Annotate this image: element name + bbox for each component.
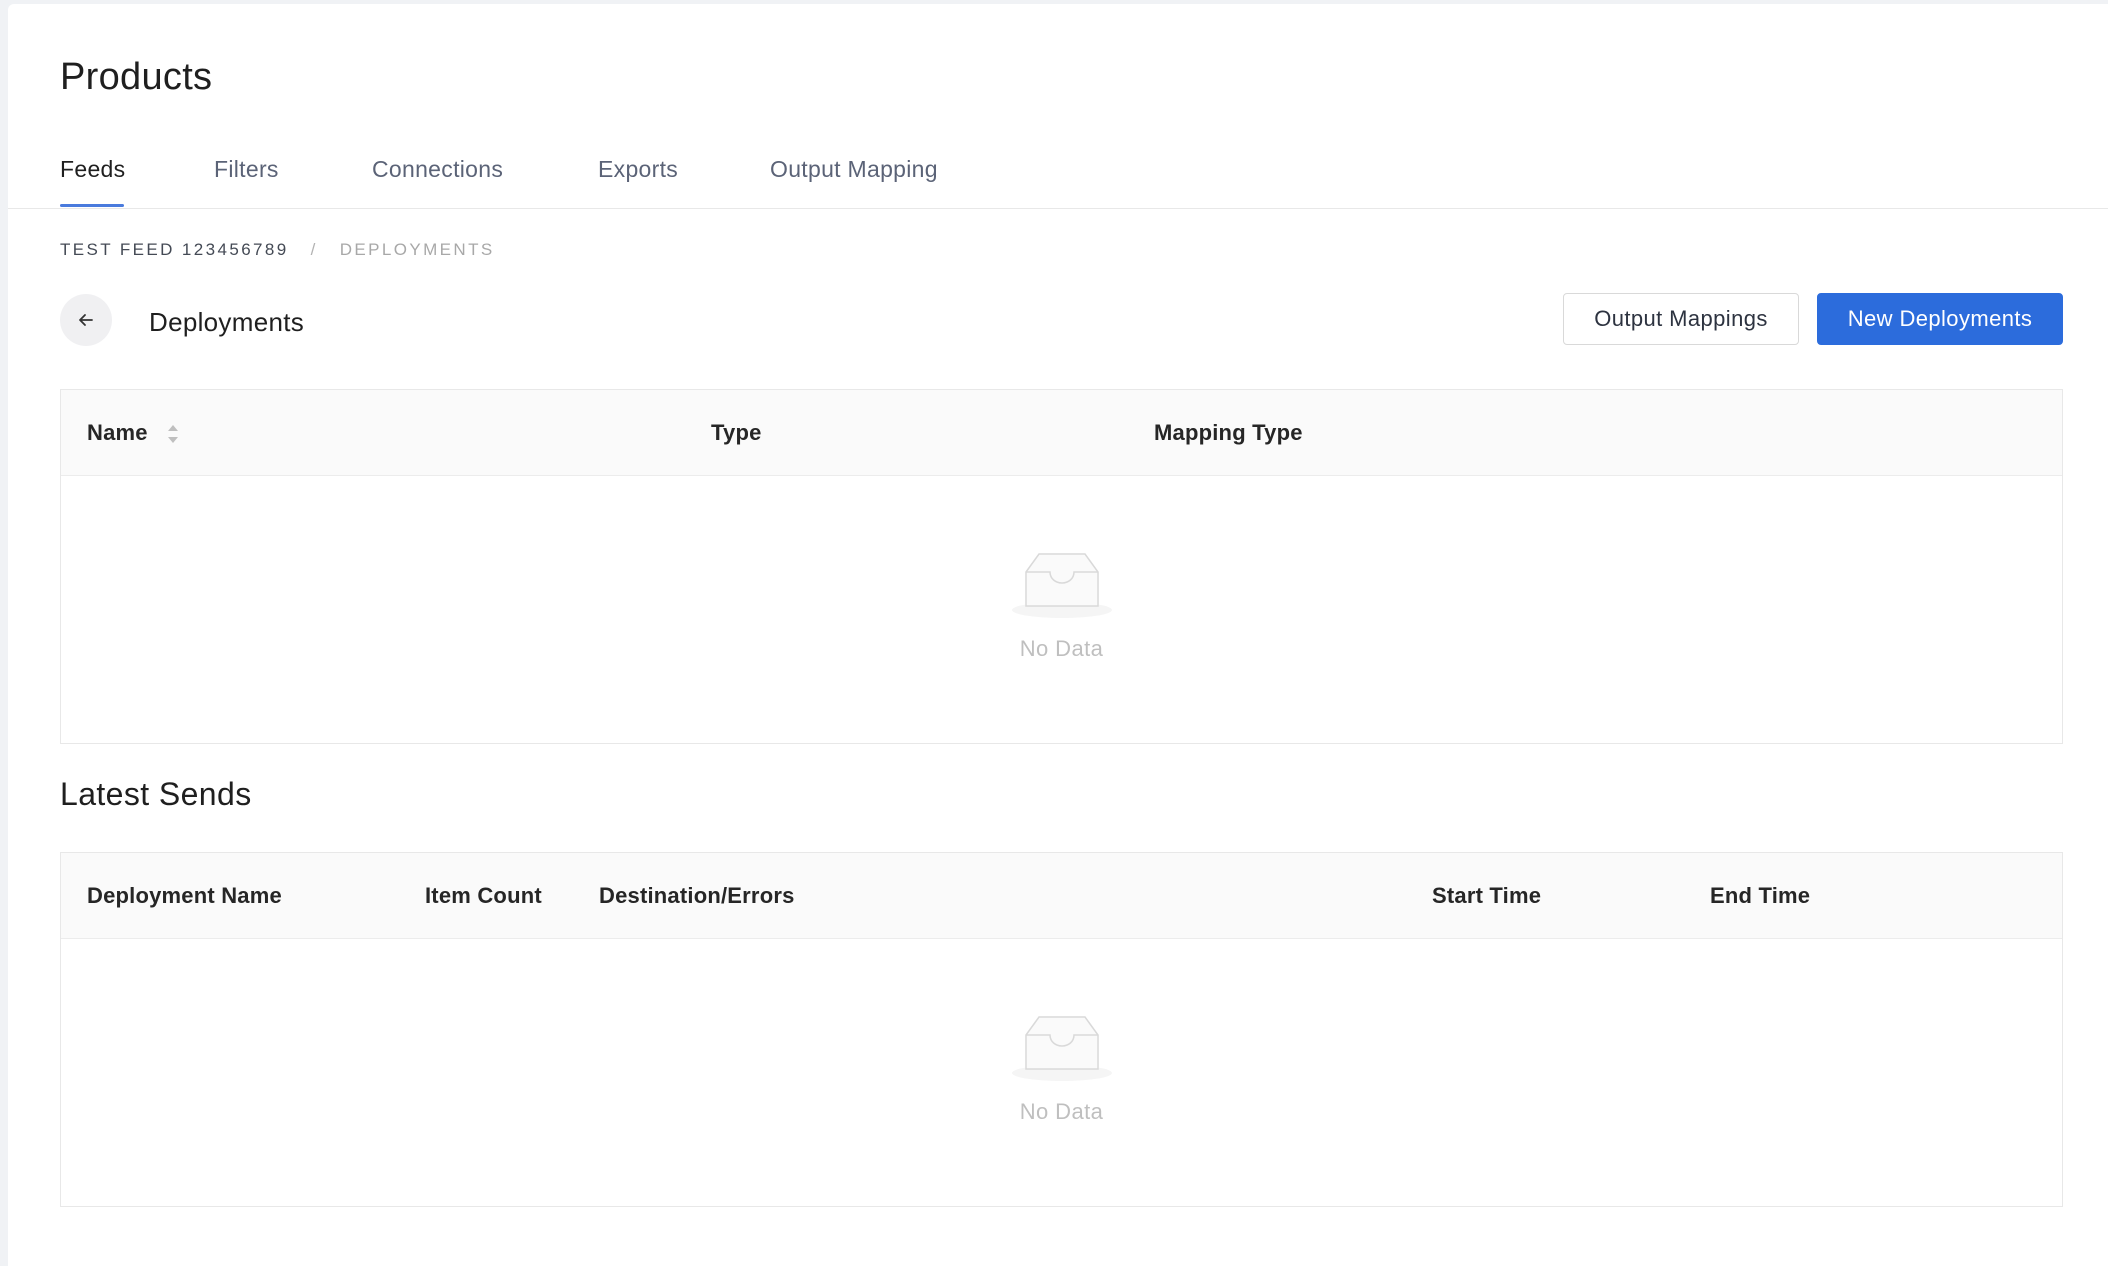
column-header-destination-errors: Destination/Errors (599, 883, 795, 908)
output-mappings-button[interactable]: Output Mappings (1563, 293, 1799, 345)
sort-icon[interactable] (165, 422, 181, 446)
back-button[interactable] (60, 294, 112, 346)
arrow-left-icon (79, 314, 93, 326)
latest-sends-table-header: Deployment Name Item Count Destination/E… (61, 853, 2062, 939)
tab-exports[interactable]: Exports (598, 156, 678, 183)
new-deployments-button[interactable]: New Deployments (1817, 293, 2063, 345)
tab-filters[interactable]: Filters (214, 156, 279, 183)
breadcrumb-feed-link[interactable]: TEST FEED 123456789 (60, 240, 289, 259)
tab-bar: Feeds Filters Connections Exports Output… (8, 144, 2108, 209)
deployments-title: Deployments (149, 307, 305, 337)
column-header-start-time: Start Time (1432, 883, 1542, 908)
column-header-type: Type (711, 420, 762, 445)
page-container: Products Feeds Filters Connections Expor… (8, 4, 2108, 1266)
empty-state-text: No Data (1019, 1099, 1104, 1124)
latest-sends-title: Latest Sends (60, 776, 252, 812)
empty-inbox-icon (1011, 1016, 1112, 1081)
latest-sends-table: Deployment Name Item Count Destination/E… (60, 852, 2063, 1207)
column-header-item-count: Item Count (425, 883, 542, 908)
deployments-table: Name Type Mapping Type No Data (60, 389, 2063, 744)
empty-state: No Data (61, 1013, 2062, 1125)
breadcrumb-current: DEPLOYMENTS (339, 240, 495, 259)
tab-connections[interactable]: Connections (372, 156, 503, 183)
page-title: Products (60, 56, 213, 98)
column-header-deployment-name: Deployment Name (87, 883, 282, 908)
tab-feeds[interactable]: Feeds (60, 156, 125, 183)
empty-inbox-icon (1011, 553, 1112, 618)
breadcrumb: TEST FEED 123456789 / DEPLOYMENTS (60, 240, 495, 260)
column-header-mapping-type: Mapping Type (1154, 420, 1303, 445)
column-header-end-time: End Time (1710, 883, 1811, 908)
breadcrumb-separator: / (310, 240, 318, 259)
tab-output-mapping[interactable]: Output Mapping (770, 156, 938, 183)
latest-sends-table-body: No Data (61, 939, 2062, 1207)
deployments-table-header: Name Type Mapping Type (61, 390, 2062, 476)
deployments-table-body: No Data (61, 476, 2062, 744)
column-header-name[interactable]: Name (87, 420, 148, 446)
empty-state: No Data (61, 550, 2062, 662)
empty-state-text: No Data (1019, 636, 1104, 661)
active-tab-indicator (60, 204, 124, 207)
